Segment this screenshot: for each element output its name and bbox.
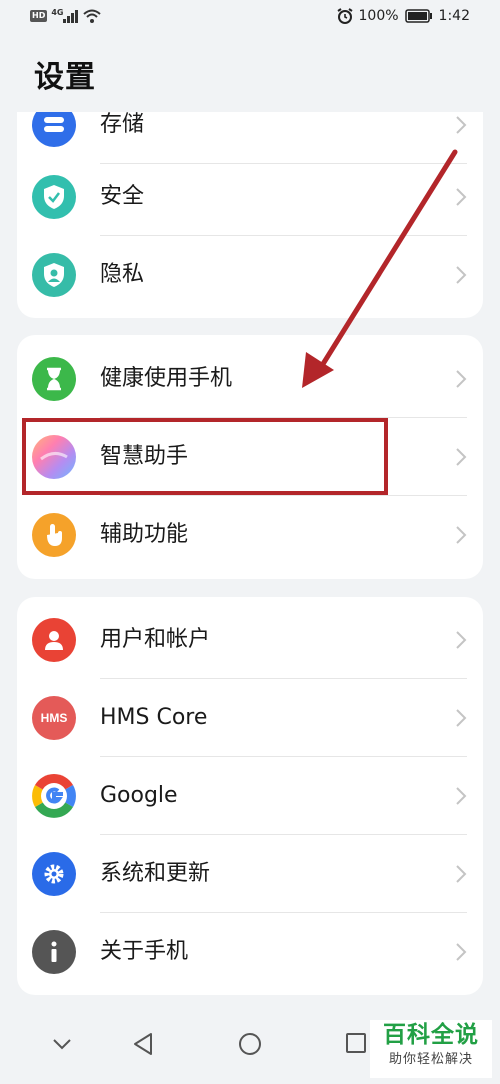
home-icon[interactable] xyxy=(238,1032,262,1056)
watermark-subtitle: 助你轻松解决 xyxy=(388,1052,473,1067)
watermark-title: 百科全说 xyxy=(383,1022,479,1048)
recents-icon[interactable] xyxy=(345,1032,367,1054)
back-icon[interactable] xyxy=(132,1032,154,1056)
watermark: 百科全说 助你轻松解决 xyxy=(370,1020,492,1078)
annotation-arrow xyxy=(302,149,458,388)
collapse-down-icon[interactable] xyxy=(52,1038,72,1050)
